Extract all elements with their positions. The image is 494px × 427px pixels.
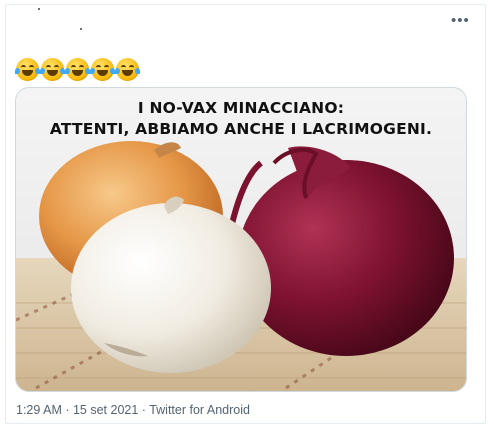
rolling-on-floor-laughing-icon xyxy=(115,58,140,81)
rolling-on-floor-laughing-icon xyxy=(65,58,90,81)
tweet-media-image[interactable]: I NO-VAX MINACCIANO: ATTENTI, ABBIAMO AN… xyxy=(15,87,467,392)
tweet-text-emojis xyxy=(15,58,140,81)
rolling-on-floor-laughing-icon xyxy=(40,58,65,81)
tweet-source-link[interactable]: Twitter for Android xyxy=(149,403,250,417)
rolling-on-floor-laughing-icon xyxy=(90,58,115,81)
more-options-icon[interactable]: ••• xyxy=(451,13,469,32)
caption-line-1: I NO-VAX MINACCIANO: xyxy=(137,99,345,117)
meme-caption: I NO-VAX MINACCIANO: ATTENTI, ABBIAMO AN… xyxy=(16,98,466,140)
tweet-timestamp-link[interactable]: 1:29 AM · 15 set 2021 xyxy=(16,403,138,417)
speck-mark xyxy=(80,28,82,30)
rolling-on-floor-laughing-icon xyxy=(15,58,40,81)
tweet-metadata: 1:29 AM · 15 set 2021 · Twitter for Andr… xyxy=(16,403,250,417)
speck-mark xyxy=(38,8,40,10)
caption-line-2: ATTENTI, ABBIAMO ANCHE I LACRIMOGENI. xyxy=(49,120,433,138)
metadata-separator: · xyxy=(138,403,150,417)
